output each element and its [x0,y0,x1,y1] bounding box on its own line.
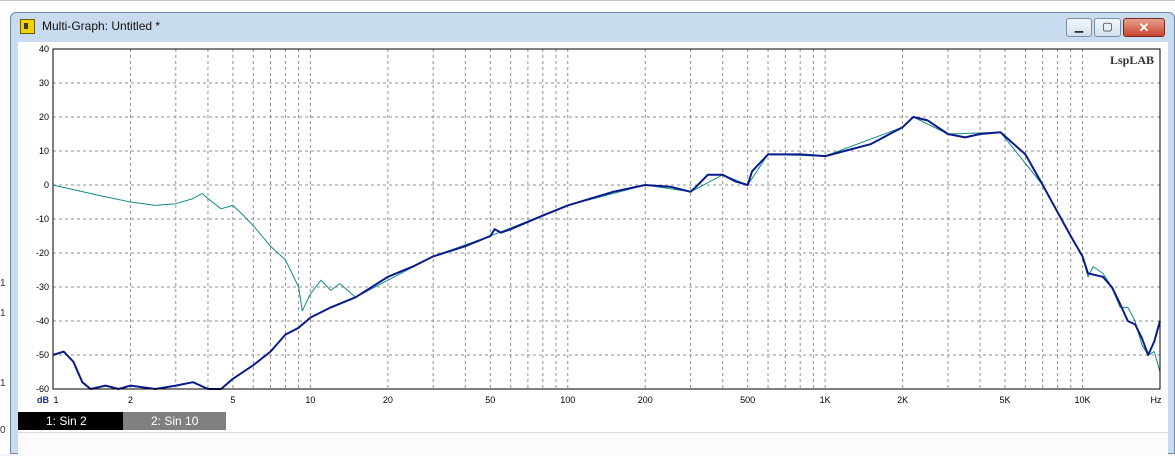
x-tick-label: 1K [820,395,831,405]
title-bar[interactable]: Multi-Graph: Untitled * ▁ ▢ ✕ [11,13,1174,41]
window-title: Multi-Graph: Untitled * [42,19,161,33]
speaker-app-icon[interactable] [20,19,35,34]
y-tick-label: -30 [36,282,49,292]
graph-client-area: 40 30 20 10 0 -10 -20 -30 -40 -50 -60 1 2 5 10 20 50 100 2… [18,42,1168,456]
bg-tick-label: 1 [0,378,6,389]
y-tick-label: 20 [39,112,49,122]
y-tick-label: -50 [36,350,49,360]
maximize-button[interactable]: ▢ [1094,18,1121,37]
minimize-icon: ▁ [1074,21,1084,33]
tab-sin-2[interactable]: 1: Sin 2 [18,412,123,430]
x-tick-label: 10 [305,395,315,405]
frequency-response-chart[interactable]: 403020100-10-20-30-40-50-601 2 5 10 20 50 100 2… [18,42,1168,412]
lsplab-watermark: LspLAB [1110,53,1154,67]
y-axis-unit-label: dB [37,395,49,405]
x-tick-label: 5 [230,395,235,405]
x-tick-label: 2 [128,395,133,405]
x-tick-label: 5K [1000,395,1011,405]
bg-grid-line [0,0,1175,1]
multi-graph-window: Multi-Graph: Untitled * ▁ ▢ ✕ 40 30 20 10 0-… [10,12,1175,456]
y-tick-label: -10 [36,214,49,224]
x-tick-label: 200 [638,395,653,405]
y-tick-label: -20 [36,248,49,258]
y-tick-label: -60 [36,384,49,394]
y-tick-label: 40 [39,44,49,54]
x-tick-label: 10K [1075,395,1091,405]
x-tick-label: 50 [485,395,495,405]
y-tick-label: 10 [39,146,49,156]
bg-tick-label: 1 [0,278,6,289]
tab-sin-10[interactable]: 2: Sin 10 [123,412,226,430]
close-icon: ✕ [1138,20,1150,35]
y-tick-label: 0 [44,180,49,190]
minimize-button[interactable]: ▁ [1066,18,1092,37]
trace-tab-strip: 1: Sin 2 2: Sin 10 [18,412,1168,431]
x-axis-unit-label: Hz [1151,395,1162,405]
x-tick-label: 2K [897,395,908,405]
bg-tick-label: 1 [0,308,6,319]
x-tick-label: 20 [383,395,393,405]
y-tick-label: 30 [39,78,49,88]
x-tick-label: 100 [560,395,575,405]
close-button[interactable]: ✕ [1123,18,1165,37]
y-tick-label: -40 [36,316,49,326]
bg-tick-label: 0 [0,425,6,436]
maximize-icon: ▢ [1102,21,1113,33]
x-tick-label: 1 [53,395,58,405]
x-tick-label: 500 [740,395,755,405]
status-bar [18,432,1168,456]
